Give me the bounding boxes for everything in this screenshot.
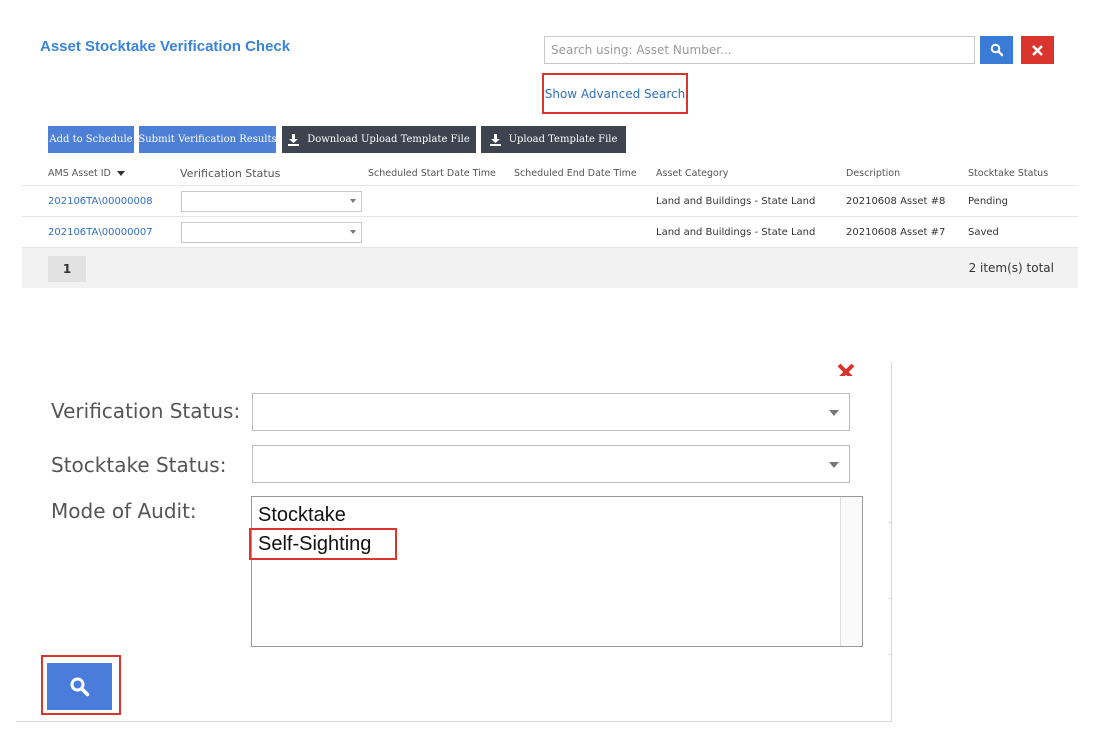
column-header-asset-id[interactable]: AMS Asset ID — [48, 162, 125, 185]
column-header-description[interactable]: Description — [846, 162, 900, 185]
mode-option-stocktake[interactable]: Stocktake — [258, 504, 346, 527]
listbox-scrollbar[interactable] — [840, 497, 862, 646]
verification-status-label: Verification Status: — [51, 399, 241, 423]
upload-template-button[interactable]: Upload Template File — [481, 126, 626, 153]
chevron-down-icon — [350, 230, 356, 234]
submit-verification-results-label: Submit Verification Results — [138, 134, 277, 145]
upload-icon — [489, 133, 501, 146]
close-icon — [1032, 44, 1043, 56]
pager-bar: 1 2 item(s) total — [22, 248, 1078, 288]
grid-header-row: AMS Asset ID Verification Status Schedul… — [22, 162, 1078, 186]
show-advanced-search-link[interactable]: Show Advanced Search — [542, 73, 688, 114]
clear-search-button[interactable] — [1021, 36, 1054, 64]
advanced-search-panel: Verification Status: Stocktake Status: M… — [16, 362, 892, 722]
sort-down-icon — [116, 171, 125, 176]
column-header-asset-id-label: AMS Asset ID — [48, 168, 111, 179]
column-header-scheduled-end[interactable]: Scheduled End Date Time — [514, 162, 637, 185]
asset-id-link[interactable]: 202106TA\00000008 — [48, 186, 153, 216]
divider — [889, 654, 892, 655]
asset-category-cell: Land and Buildings - State Land — [656, 226, 816, 238]
asset-verification-panel: Asset Stocktake Verification Check Show … — [22, 22, 1078, 288]
column-header-stocktake-status[interactable]: Stocktake Status — [968, 162, 1048, 185]
column-header-verification-status[interactable]: Verification Status — [180, 162, 280, 185]
page-number-button[interactable]: 1 — [48, 256, 86, 282]
table-row: 202106TA\00000008 Land and Buildings - S… — [22, 186, 1078, 217]
asset-id-link[interactable]: 202106TA\00000007 — [48, 217, 153, 247]
table-row: 202106TA\00000007 Land and Buildings - S… — [22, 217, 1078, 248]
search-input[interactable] — [544, 36, 975, 64]
divider — [889, 522, 892, 523]
chevron-down-icon — [829, 410, 839, 416]
page-title: Asset Stocktake Verification Check — [40, 38, 291, 55]
description-cell: 20210608 Asset #7 — [846, 226, 946, 238]
search-button[interactable] — [980, 36, 1013, 64]
stocktake-status-filter-select[interactable] — [252, 445, 850, 483]
mode-of-audit-listbox[interactable]: Stocktake Self-Sighting — [251, 496, 863, 647]
upload-template-label: Upload Template File — [508, 134, 618, 145]
asset-category-cell: Land and Buildings - State Land — [656, 195, 816, 207]
stocktake-status-label: Stocktake Status: — [51, 453, 227, 477]
divider — [889, 598, 892, 599]
close-icon — [837, 363, 855, 376]
verification-status-select[interactable] — [181, 222, 362, 243]
download-upload-template-label: Download Upload Template File — [307, 134, 470, 145]
item-total-count: 2 item(s) total — [968, 261, 1054, 275]
stocktake-status-cell: Pending — [968, 195, 1008, 207]
submit-verification-results-button[interactable]: Submit Verification Results — [138, 126, 277, 153]
download-icon — [288, 133, 300, 146]
download-upload-template-button[interactable]: Download Upload Template File — [282, 126, 476, 153]
chevron-down-icon — [829, 462, 839, 468]
add-to-schedule-label: Add to Schedule — [49, 134, 133, 145]
column-header-scheduled-start[interactable]: Scheduled Start Date Time — [368, 162, 496, 185]
search-button-highlight-box — [41, 655, 121, 715]
chevron-down-icon — [350, 199, 356, 203]
add-to-schedule-button[interactable]: Add to Schedule — [48, 126, 134, 153]
column-header-asset-category[interactable]: Asset Category — [656, 162, 728, 185]
mode-of-audit-label: Mode of Audit: — [51, 499, 197, 523]
self-sighting-highlight-box — [249, 528, 397, 560]
close-advanced-search-button[interactable] — [835, 362, 857, 376]
verification-status-select[interactable] — [181, 191, 362, 212]
stocktake-status-cell: Saved — [968, 226, 999, 238]
search-icon — [990, 43, 1003, 57]
description-cell: 20210608 Asset #8 — [846, 195, 946, 207]
verification-status-filter-select[interactable] — [252, 393, 850, 431]
